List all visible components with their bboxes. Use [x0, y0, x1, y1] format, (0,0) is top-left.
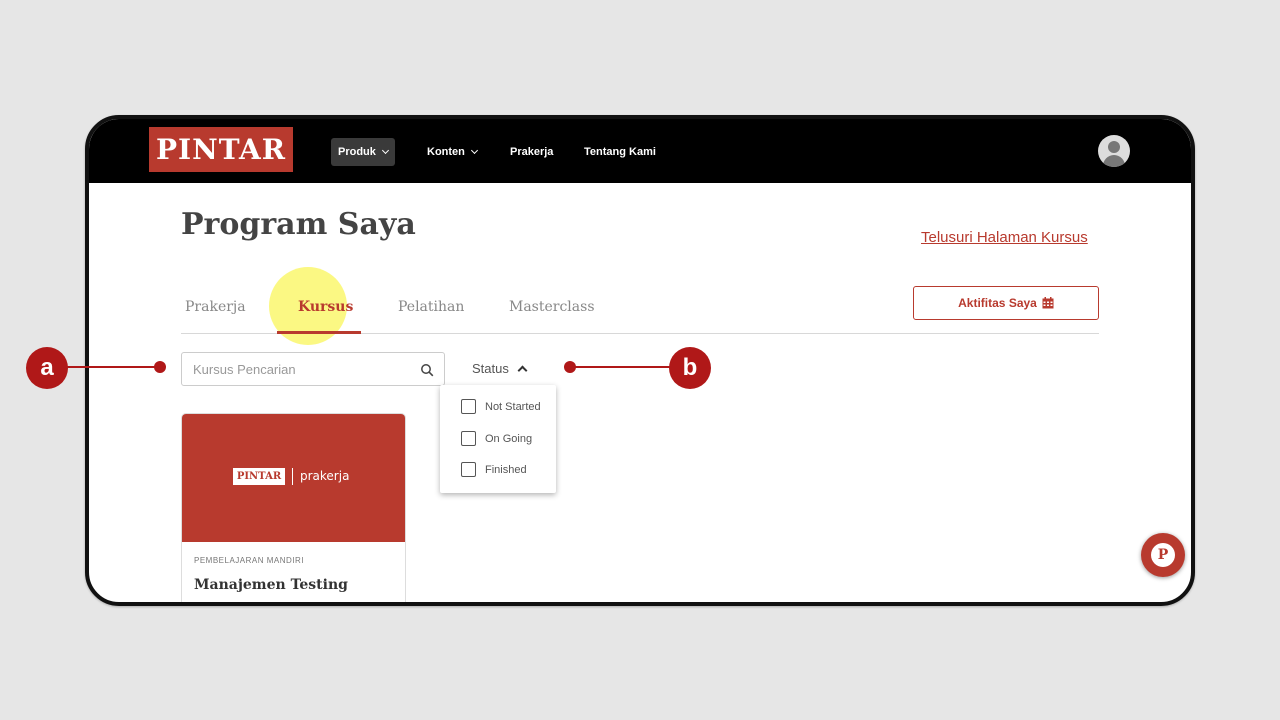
checkbox-icon[interactable] [461, 462, 476, 477]
status-option-on-going[interactable]: On Going [461, 431, 532, 446]
user-avatar-icon[interactable] [1098, 135, 1130, 167]
nav-item-label: Konten [427, 146, 465, 158]
search-icon[interactable] [420, 363, 434, 377]
course-category: PEMBELAJARAN MANDIRI [194, 556, 305, 565]
top-navbar: PINTAR Produk Konten Prakerja Tentang Ka… [89, 119, 1191, 183]
callout-a-line [62, 366, 160, 368]
callout-a-badge: a [26, 347, 68, 389]
nav-item-tentang-kami[interactable]: Tentang Kami [584, 138, 656, 166]
tab-pelatihan[interactable]: Pelatihan [398, 299, 464, 315]
callout-a-label: a [40, 354, 54, 381]
callout-b-line [570, 366, 680, 368]
banner-pintar-text: PINTAR [236, 471, 282, 482]
callout-b-label: b [682, 354, 698, 381]
option-label: On Going [485, 432, 533, 445]
callout-b-dot [564, 361, 576, 373]
browse-courses-link[interactable]: Telusuri Halaman Kursus [921, 229, 1088, 246]
chevron-down-icon [381, 146, 389, 155]
search-box [181, 352, 445, 386]
nav-item-konten[interactable]: Konten [427, 138, 478, 166]
avatar-head [1108, 141, 1120, 153]
status-option-finished[interactable]: Finished [461, 462, 527, 477]
search-input[interactable] [182, 353, 412, 385]
option-label: Not Started [485, 400, 541, 413]
course-title: Manajemen Testing [194, 577, 348, 593]
chevron-down-icon [470, 146, 478, 155]
banner-pintar-logo: PINTAR [233, 468, 285, 485]
checkbox-icon[interactable] [461, 431, 476, 446]
status-label: Status [472, 361, 509, 376]
tab-kursus[interactable]: Kursus [298, 299, 353, 315]
banner-divider [292, 468, 293, 485]
tab-masterclass[interactable]: Masterclass [509, 299, 595, 315]
course-card[interactable]: PINTAR prakerja PEMBELAJARAN MANDIRI Man… [181, 413, 406, 602]
callout-a-dot [154, 361, 166, 373]
activity-button[interactable]: Aktifitas Saya [913, 286, 1099, 320]
nav-item-label: Prakerja [510, 146, 554, 158]
chat-p-icon: P [1151, 543, 1175, 567]
course-card-banner: PINTAR prakerja [182, 414, 405, 542]
active-tab-indicator [277, 331, 361, 334]
nav-item-label: Tentang Kami [584, 146, 656, 158]
nav-item-label: Produk [338, 146, 376, 158]
avatar-body [1103, 155, 1125, 167]
callout-b-badge: b [669, 347, 711, 389]
pintar-logo[interactable]: PINTAR [149, 127, 293, 172]
option-label: Finished [485, 463, 527, 476]
chat-support-button[interactable]: P [1141, 533, 1185, 577]
checkbox-icon[interactable] [461, 399, 476, 414]
status-dropdown: Not Started On Going Finished [440, 385, 556, 493]
status-option-not-started[interactable]: Not Started [461, 399, 541, 414]
status-filter-toggle[interactable]: Status [472, 361, 528, 376]
nav-item-produk[interactable]: Produk [331, 138, 395, 166]
calendar-icon [1042, 297, 1054, 309]
activity-button-label: Aktifitas Saya [958, 296, 1037, 310]
tab-prakerja[interactable]: Prakerja [185, 299, 246, 315]
page-title: Program Saya [181, 207, 416, 242]
app-window: PINTAR Produk Konten Prakerja Tentang Ka… [85, 115, 1195, 606]
logo-text: PINTAR [155, 132, 287, 166]
banner-prakerja-logo: prakerja [300, 469, 350, 483]
chevron-up-icon [517, 365, 528, 376]
nav-item-prakerja[interactable]: Prakerja [510, 138, 553, 166]
